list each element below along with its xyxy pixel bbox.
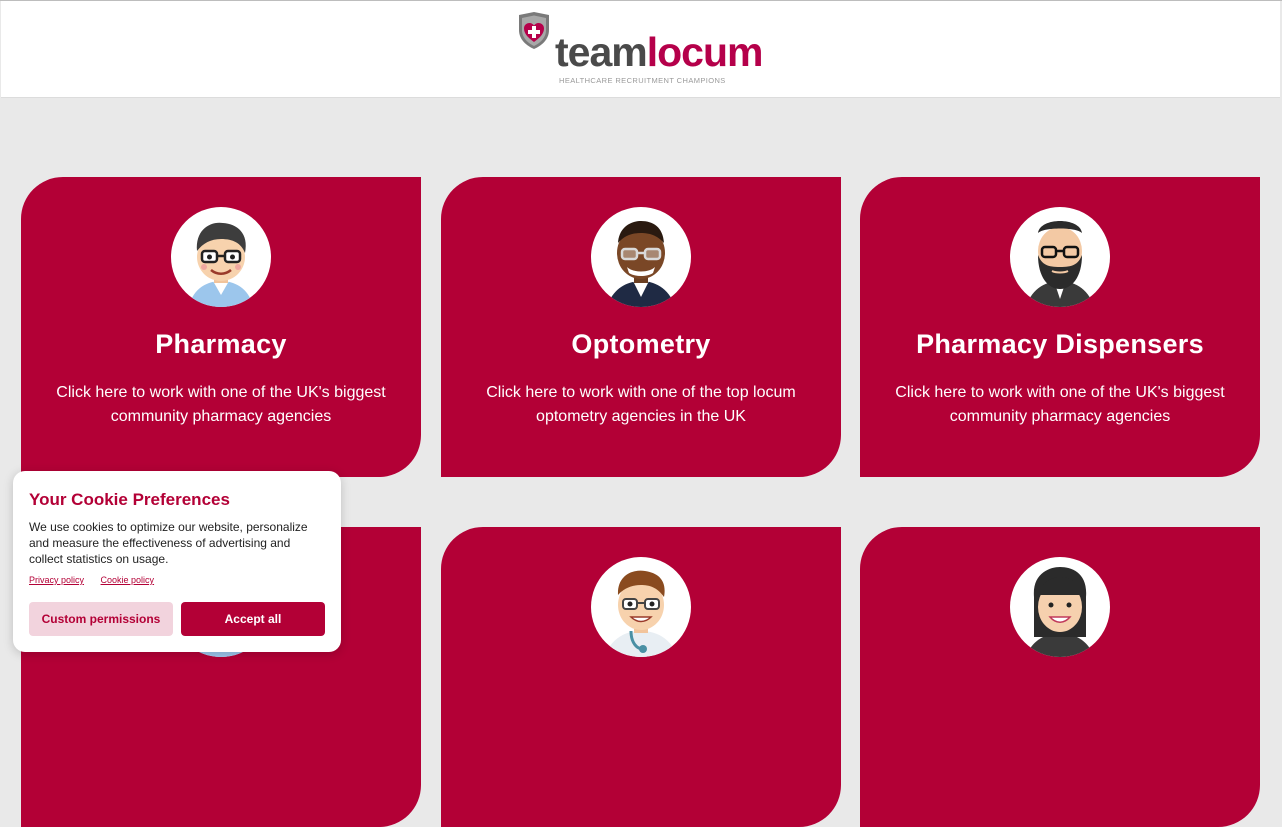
pharmacist-avatar-icon	[171, 207, 271, 307]
cookie-banner-text: We use cookies to optimize our website, …	[29, 520, 308, 566]
privacy-policy-link[interactable]: Privacy policy	[29, 575, 84, 585]
cookie-policy-link[interactable]: Cookie policy	[101, 575, 155, 585]
card-pharmacy[interactable]: Pharmacy Click here to work with one of …	[21, 177, 421, 477]
card-pharmacy-dispensers[interactable]: Pharmacy Dispensers Click here to work w…	[860, 177, 1260, 477]
card-description: Click here to work with one of the UK's …	[895, 384, 1225, 425]
teamlocum-logo[interactable]: teamlocum HEALTHCARE RECRUITMENT CHAMPIO…	[517, 12, 777, 88]
logo-wordmark: teamlocum	[555, 29, 764, 75]
card-row2-3[interactable]	[860, 527, 1260, 827]
logo-word-team: team	[555, 29, 648, 75]
custom-permissions-button[interactable]: Custom permissions	[29, 602, 173, 636]
accept-all-button[interactable]: Accept all	[181, 602, 325, 636]
site-header: teamlocum HEALTHCARE RECRUITMENT CHAMPIO…	[1, 1, 1280, 98]
cookie-banner-title: Your Cookie Preferences	[29, 490, 230, 509]
card-description: Click here to work with one of the UK's …	[56, 384, 386, 425]
shield-cross-icon	[519, 12, 549, 49]
dispenser-avatar-icon	[1010, 207, 1110, 307]
card-title: Pharmacy	[155, 329, 287, 359]
card-optometry[interactable]: Optometry Click here to work with one of…	[441, 177, 841, 477]
doctor-avatar-icon	[591, 557, 691, 657]
card-row2-2[interactable]	[441, 527, 841, 827]
woman-avatar-icon	[1010, 557, 1110, 657]
logo-tagline: HEALTHCARE RECRUITMENT CHAMPIONS	[559, 76, 726, 85]
card-description: Click here to work with one of the top l…	[486, 384, 796, 425]
cookie-banner: Your Cookie Preferences We use cookies t…	[13, 471, 341, 652]
optometrist-avatar-icon	[591, 207, 691, 307]
cookie-policy-links: Privacy policy Cookie policy	[29, 575, 168, 585]
card-title: Optometry	[571, 329, 711, 359]
logo-word-locum: locum	[646, 29, 764, 75]
card-title: Pharmacy Dispensers	[916, 329, 1204, 359]
